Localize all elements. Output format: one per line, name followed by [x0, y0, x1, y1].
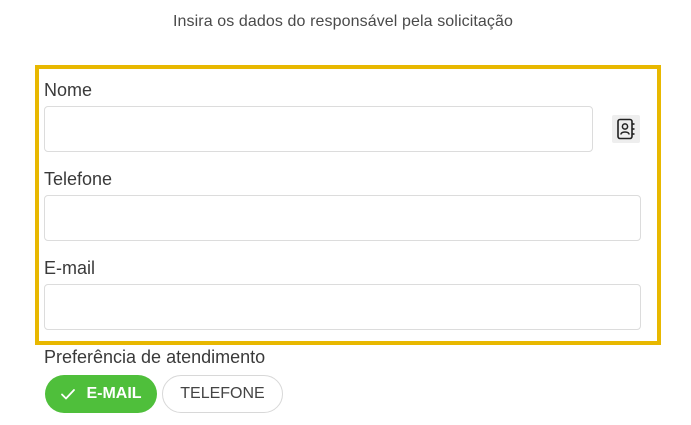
preference-email-chip[interactable]: E-MAIL — [45, 375, 157, 413]
preference-label: Preferência de atendimento — [44, 347, 266, 367]
email-input[interactable] — [44, 284, 641, 330]
preference-phone-label: TELEFONE — [180, 385, 265, 402]
phone-input[interactable] — [44, 195, 641, 241]
check-icon — [61, 389, 76, 400]
phone-label: Telefone — [44, 169, 113, 189]
request-form-page: Insira os dados do responsável pela soli… — [0, 0, 691, 425]
contact-book-icon — [617, 118, 635, 140]
name-input[interactable] — [44, 106, 593, 152]
preference-phone-chip[interactable]: TELEFONE — [162, 375, 283, 413]
form-subtitle: Insira os dados do responsável pela soli… — [172, 13, 513, 30]
contact-book-button[interactable] — [612, 115, 640, 143]
preference-email-label: E-MAIL — [86, 385, 142, 402]
name-label: Nome — [44, 80, 93, 100]
email-label: E-mail — [44, 258, 96, 278]
